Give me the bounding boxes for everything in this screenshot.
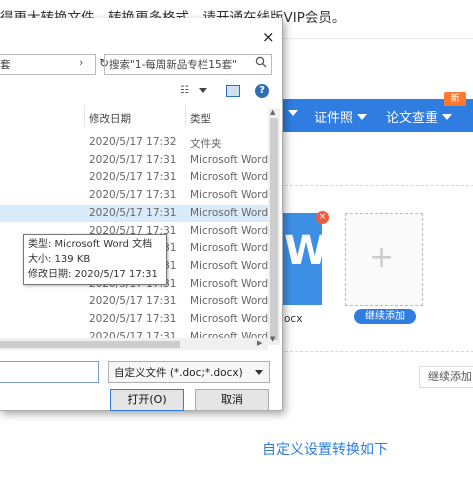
file-type: Microsoft Word	[190, 313, 269, 325]
file-type: Microsoft Word	[190, 189, 269, 202]
scroll-right-arrow-icon[interactable]: ▶	[257, 339, 262, 347]
open-button[interactable]: 打开(O)	[110, 389, 184, 411]
filename-input[interactable]	[0, 361, 99, 383]
preview-pane-icon[interactable]	[226, 85, 240, 97]
file-type: Microsoft Word	[190, 295, 269, 308]
file-info-tooltip: 类型: Microsoft Word 文档 大小: 139 KB 修改日期: 2…	[23, 234, 167, 285]
file-type: Microsoft Word	[190, 259, 269, 272]
custom-settings-link[interactable]: 自定义设置转换如下	[262, 439, 388, 459]
column-divider[interactable]	[84, 105, 85, 127]
help-icon[interactable]: ?	[255, 84, 269, 98]
file-type: Microsoft Word	[190, 224, 269, 237]
vertical-scroll-thumb[interactable]	[270, 118, 278, 340]
file-modified-date: 2020/5/17 17:31	[89, 206, 177, 219]
file-type-value: 自定义文件 (*.doc;*.docx)	[114, 367, 243, 379]
continue-add-button[interactable]: 继续添加	[419, 366, 473, 388]
file-type: Microsoft Word	[190, 153, 269, 166]
file-row[interactable]: 2020/5/17 17:31 Microsoft Word	[0, 152, 268, 169]
chevron-down-icon[interactable]	[199, 88, 207, 93]
chevron-down-icon	[442, 114, 453, 120]
file-row[interactable]: 2020/5/17 17:31 Microsoft Word	[0, 293, 268, 310]
word-letter: W	[284, 228, 329, 274]
tooltip-date: 修改日期: 2020/5/17 17:31	[28, 269, 158, 280]
continue-add-small-button[interactable]: 继续添加	[354, 309, 416, 324]
column-header-type[interactable]: 类型	[190, 111, 211, 126]
file-row[interactable]: 2020/5/17 17:32 文件夹	[0, 134, 268, 151]
search-icon[interactable]	[255, 56, 267, 71]
file-modified-date: 2020/5/17 17:31	[89, 295, 177, 308]
chevron-right-icon[interactable]: ›	[79, 56, 83, 69]
file-type: 文件夹	[190, 138, 222, 150]
file-modified-date: 2020/5/17 17:31	[89, 313, 177, 325]
search-placeholder: 搜索"1-每周新品专栏15套"	[109, 59, 237, 71]
file-modified-date: 2020/5/17 17:31	[89, 171, 177, 184]
new-badge: 新	[444, 92, 466, 106]
scroll-up-arrow-icon[interactable]: ▲	[270, 108, 275, 116]
file-type: Microsoft Word	[190, 171, 269, 184]
file-type: Microsoft Word	[190, 277, 269, 290]
tooltip-size: 大小: 139 KB	[28, 254, 91, 265]
file-type: Microsoft Word	[190, 242, 269, 255]
column-header-date[interactable]: 修改日期	[89, 111, 131, 126]
address-path: 套	[0, 59, 11, 71]
remove-file-icon[interactable]: ×	[316, 211, 329, 224]
view-options-icon[interactable]: ☷	[180, 85, 189, 96]
scroll-down-arrow-icon[interactable]: ▼	[270, 335, 275, 343]
chevron-down-icon[interactable]	[255, 370, 263, 375]
file-row[interactable]: 2020/5/17 17:31 Microsoft Word	[0, 187, 268, 204]
column-divider[interactable]	[185, 105, 186, 127]
file-row[interactable]: 2020/5/17 17:31 Microsoft Word	[0, 311, 268, 328]
file-type: Microsoft Word	[190, 206, 269, 219]
nav-item-plagiarism-check[interactable]: 论文查重	[386, 107, 453, 126]
close-icon[interactable]: ×	[262, 28, 275, 46]
chevron-down-icon	[288, 110, 298, 116]
nav-item-id-photo[interactable]: 证件照	[314, 107, 368, 126]
file-row[interactable]: 2020/5/17 17:31 Microsoft Word	[0, 169, 268, 186]
file-modified-date: 2020/5/17 17:31	[89, 153, 177, 166]
file-modified-date: 2020/5/17 17:31	[89, 189, 177, 202]
plus-icon: +	[369, 240, 395, 275]
nav-item-more[interactable]	[284, 107, 298, 122]
file-modified-date: 2020/5/17 17:32	[89, 136, 177, 148]
horizontal-scroll-thumb[interactable]	[0, 341, 180, 348]
file-row[interactable]: 2020/5/17 17:31 Microsoft Word	[0, 204, 269, 222]
cancel-button[interactable]: 取消	[195, 389, 269, 411]
tooltip-type: 类型: Microsoft Word 文档	[28, 239, 153, 250]
chevron-down-icon	[357, 114, 368, 120]
uploaded-filename: ocx	[284, 313, 303, 325]
